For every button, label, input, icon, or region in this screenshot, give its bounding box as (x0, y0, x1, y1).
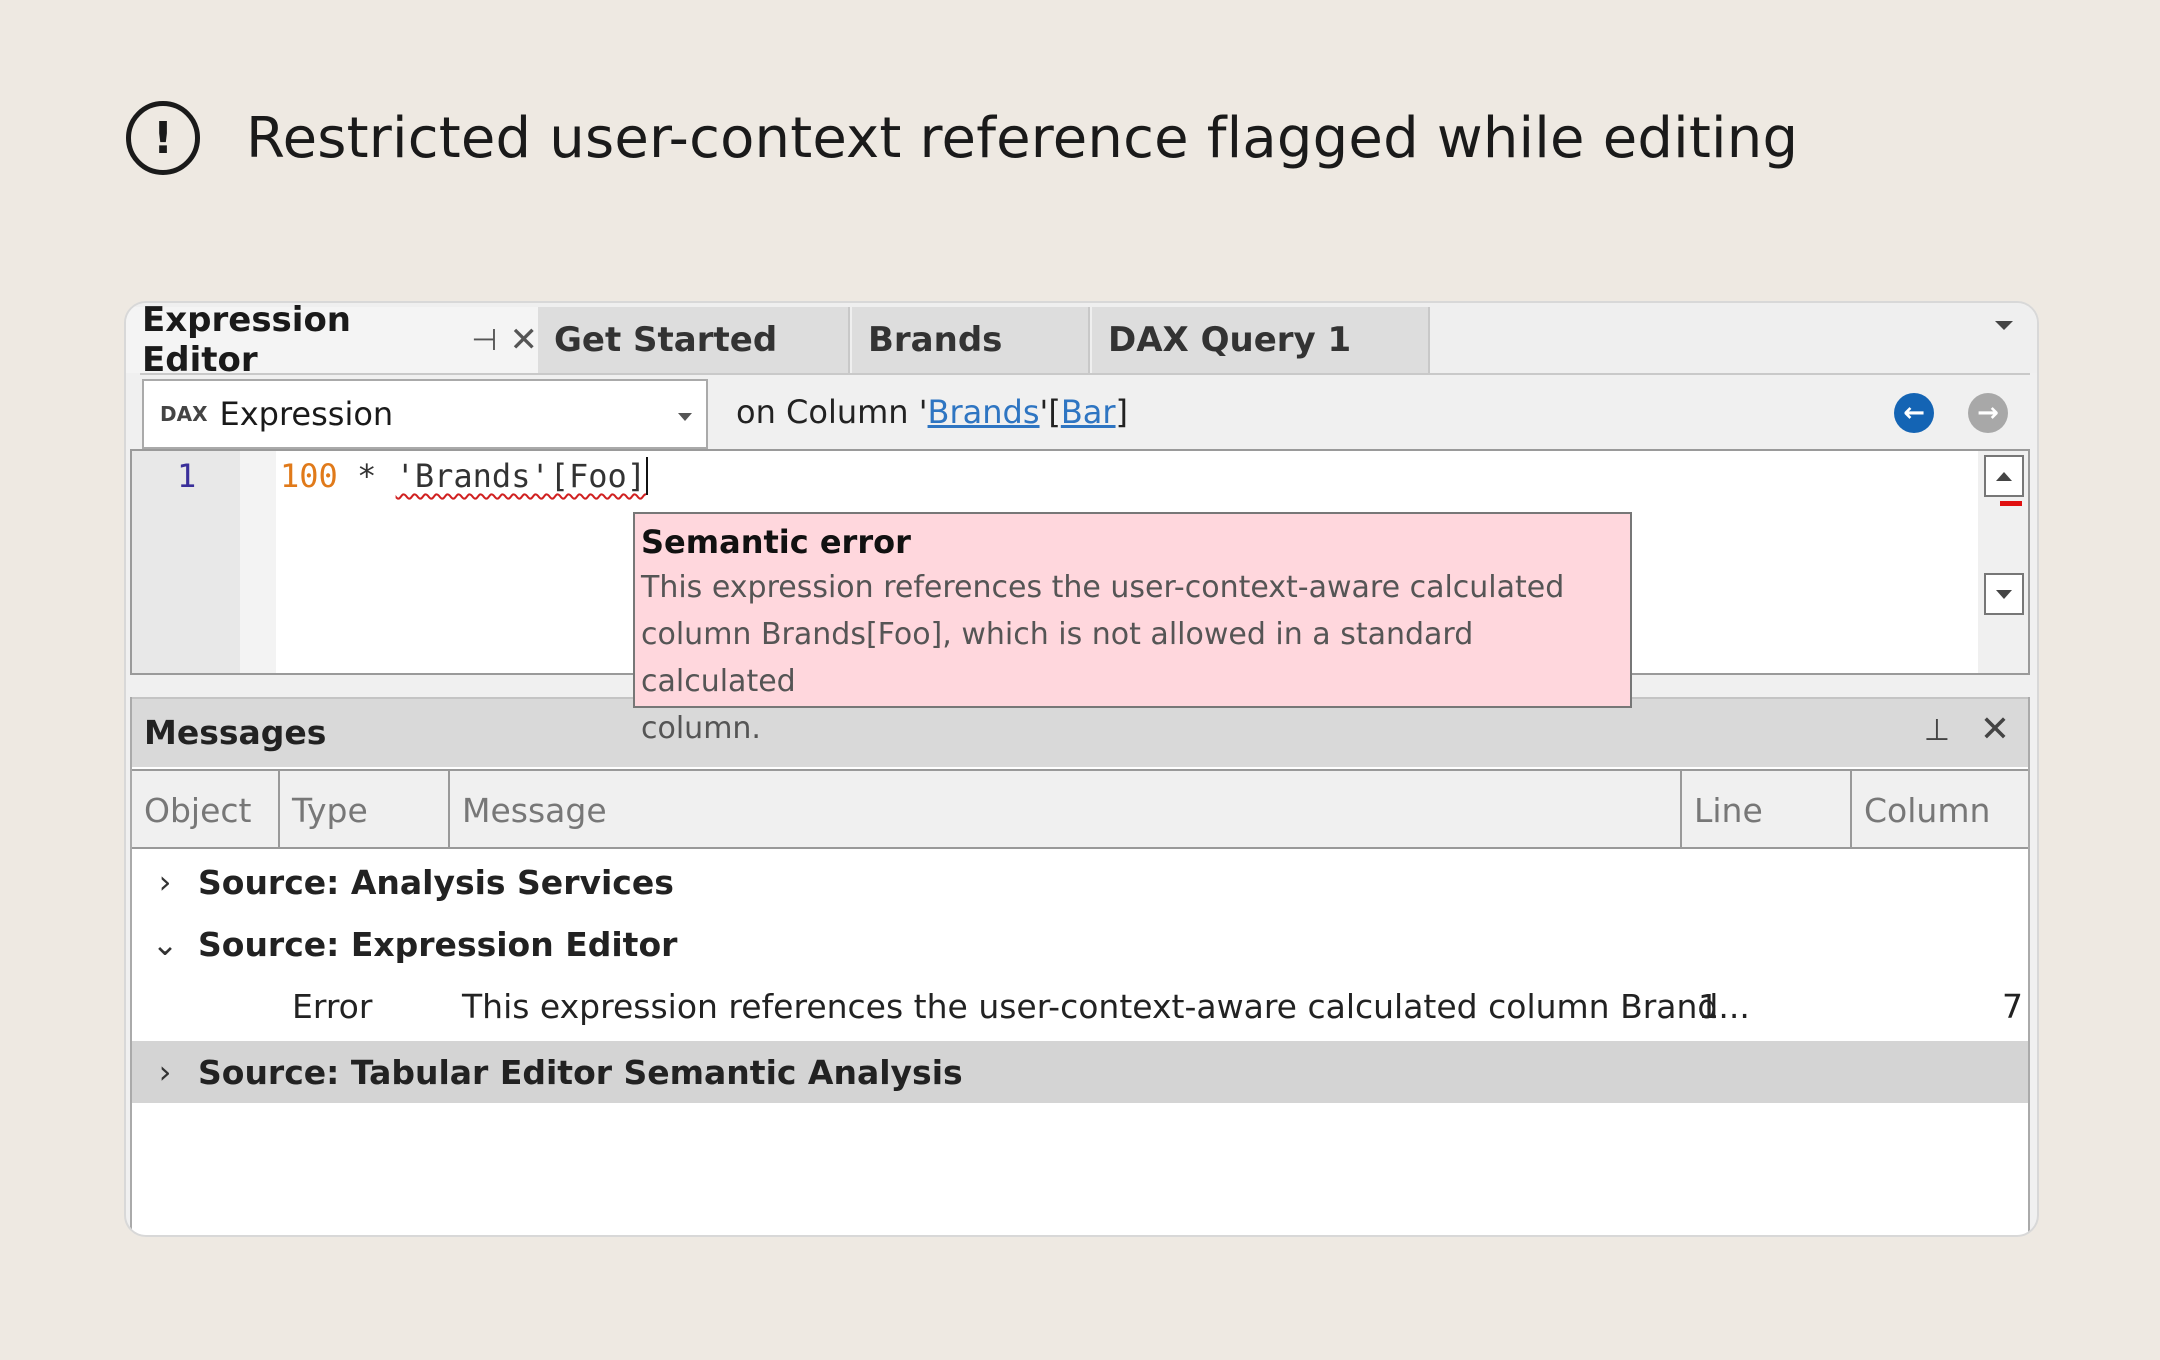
table-link[interactable]: Brands (928, 393, 1040, 431)
tab-get-started[interactable]: Get Started (538, 307, 850, 373)
context-mid: '[ (1039, 393, 1061, 431)
messages-title: Messages (144, 713, 327, 752)
scroll-down-button[interactable] (1984, 573, 2024, 615)
tab-expression-editor[interactable]: Expression Editor ⊣ ✕ (126, 303, 539, 380)
tab-label: Get Started (554, 320, 778, 360)
text-caret (646, 457, 649, 495)
group-label: Source: Tabular Editor Semantic Analysis (198, 1052, 963, 1092)
error-message: This expression references the user-cont… (462, 987, 1750, 1026)
tab-brands[interactable]: Brands (852, 307, 1090, 373)
pin-icon[interactable]: ⊥ (1924, 713, 1950, 748)
group-row[interactable]: › Source: Analysis Services (132, 851, 2028, 913)
tab-strip: Expression Editor ⊣ ✕ Get Started Brands… (126, 303, 2037, 380)
column-header-message[interactable]: Message (450, 771, 1682, 849)
line-number: 1 (177, 457, 197, 495)
group-label: Source: Analysis Services (198, 862, 674, 902)
page-title: Restricted user-context reference flagge… (246, 105, 1799, 171)
error-column: 7 (2002, 987, 2023, 1026)
arrow-down-icon (1996, 589, 2012, 599)
chevron-down-icon[interactable]: ⌄ (132, 925, 198, 963)
tab-overflow-icon[interactable] (1995, 321, 2013, 330)
column-header-column[interactable]: Column (1852, 771, 2028, 849)
scroll-up-button[interactable] (1984, 455, 2024, 497)
tab-label: Expression Editor (142, 301, 352, 380)
number-literal: 100 (280, 457, 338, 495)
semantic-error-tooltip: Semantic error This expression reference… (633, 512, 1632, 746)
tooltip-line: column Brands[Foo], which is not allowed… (641, 617, 1474, 699)
arrow-up-icon (1996, 471, 2012, 481)
column-headers: Object Type Message Line Column (132, 769, 2028, 849)
column-reference: 'Brands'[Foo] (395, 457, 647, 495)
dropdown-value: Expression (219, 395, 394, 433)
close-icon[interactable]: ✕ (510, 320, 539, 360)
page-header: ! Restricted user-context reference flag… (126, 98, 1798, 178)
vertical-scrollbar[interactable] (1978, 451, 2028, 673)
error-line: 1 (1698, 987, 1719, 1026)
table-row[interactable]: Error This expression references the use… (132, 975, 2028, 1037)
column-header-object[interactable]: Object (132, 771, 280, 849)
group-label: Source: Expression Editor (198, 924, 678, 964)
group-row[interactable]: ⌄ Source: Expression Editor (132, 913, 2028, 975)
context-suffix: ] (1115, 393, 1129, 431)
pin-icon[interactable]: ⊣ (471, 323, 497, 358)
chevron-right-icon[interactable]: › (132, 1053, 198, 1091)
expression-bar: DAX Expression on Column 'Brands'[Bar] ←… (140, 373, 2030, 449)
error-type: Error (292, 987, 373, 1026)
messages-panel: Messages ⊥ ✕ Object Type Message Line Co… (130, 697, 2030, 1235)
property-dropdown[interactable]: DAX Expression (142, 379, 708, 449)
chevron-right-icon[interactable]: › (132, 863, 198, 901)
editor-window: Expression Editor ⊣ ✕ Get Started Brands… (124, 301, 2039, 1237)
context-prefix: on Column ' (736, 393, 928, 431)
tab-label: DAX Query 1 (1108, 320, 1352, 360)
chevron-down-icon (678, 413, 692, 421)
column-header-type[interactable]: Type (280, 771, 450, 849)
back-arrow-icon[interactable]: ← (1894, 393, 1934, 433)
tooltip-line: This expression references the user-cont… (641, 570, 1565, 605)
column-link[interactable]: Bar (1061, 393, 1116, 431)
dax-badge: DAX (160, 402, 208, 426)
tooltip-title: Semantic error (641, 523, 911, 561)
line-gutter: 1 (132, 451, 240, 673)
tooltip-line: column. (641, 711, 761, 746)
column-header-line[interactable]: Line (1682, 771, 1852, 849)
close-icon[interactable]: ✕ (1980, 709, 2010, 750)
fold-margin (240, 451, 276, 673)
exclamation-circle-icon: ! (126, 101, 200, 175)
object-context: on Column 'Brands'[Bar] (736, 393, 1128, 431)
group-row[interactable]: › Source: Tabular Editor Semantic Analys… (132, 1041, 2028, 1103)
forward-arrow-icon[interactable]: → (1968, 393, 2008, 433)
tab-label: Brands (868, 320, 1003, 360)
operator: * (337, 457, 396, 495)
error-marker[interactable] (2000, 501, 2022, 506)
tab-dax-query-1[interactable]: DAX Query 1 (1092, 307, 1430, 373)
code-line[interactable]: 100 * 'Brands'[Foo] (280, 457, 649, 495)
